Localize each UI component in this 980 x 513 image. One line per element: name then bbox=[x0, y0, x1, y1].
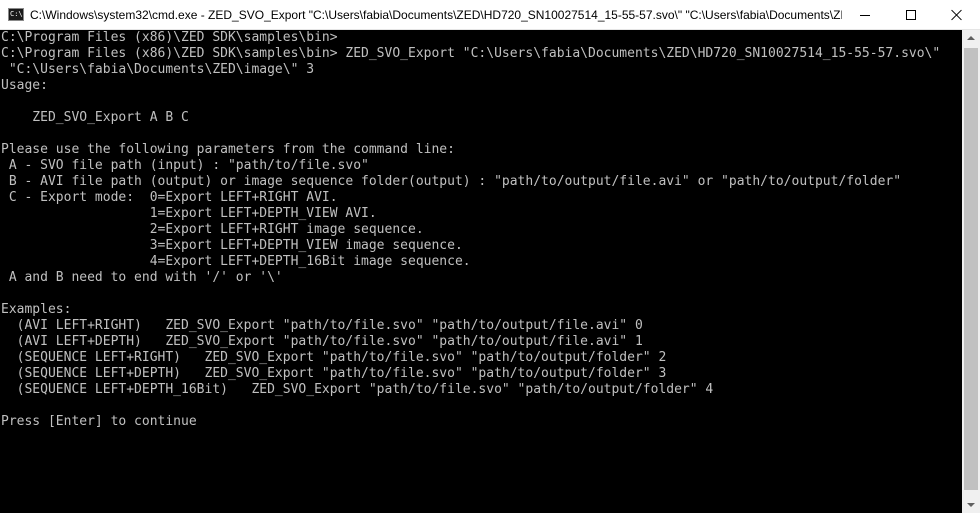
scroll-down-button[interactable] bbox=[962, 496, 980, 513]
scroll-up-button[interactable] bbox=[962, 30, 980, 47]
scroll-down-arrow-icon bbox=[967, 503, 975, 507]
console-line: (SEQUENCE LEFT+RIGHT) ZED_SVO_Export "pa… bbox=[1, 350, 667, 365]
minimize-button[interactable] bbox=[842, 0, 888, 30]
cmd-app-icon-glyph: C:\ bbox=[10, 10, 23, 18]
console-line: A and B need to end with '/' or '\' bbox=[1, 270, 283, 285]
cmd-app-icon[interactable]: C:\ bbox=[8, 8, 24, 21]
maximize-button[interactable] bbox=[888, 0, 934, 30]
maximize-icon bbox=[906, 10, 916, 20]
console-line: C - Export mode: 0=Export LEFT+RIGHT AVI… bbox=[1, 190, 338, 205]
window-title: C:\Windows\system32\cmd.exe - ZED_SVO_Ex… bbox=[30, 8, 842, 22]
console-line: C:\Program Files (x86)\ZED SDK\samples\b… bbox=[1, 46, 941, 61]
scroll-up-arrow-icon bbox=[967, 36, 975, 40]
console-line: Examples: bbox=[1, 302, 72, 317]
console-line: 1=Export LEFT+DEPTH_VIEW AVI. bbox=[1, 206, 377, 221]
console-line: (SEQUENCE LEFT+DEPTH_16Bit) ZED_SVO_Expo… bbox=[1, 382, 714, 397]
console-line: C:\Program Files (x86)\ZED SDK\samples\b… bbox=[1, 30, 338, 45]
title-bar[interactable]: C:\ C:\Windows\system32\cmd.exe - ZED_SV… bbox=[0, 0, 980, 30]
console-line: 3=Export LEFT+DEPTH_VIEW image sequence. bbox=[1, 238, 463, 253]
console-line: Usage: bbox=[1, 78, 48, 93]
close-icon bbox=[952, 10, 962, 20]
console-line: B - AVI file path (output) or image sequ… bbox=[1, 174, 902, 189]
console-output[interactable]: C:\Program Files (x86)\ZED SDK\samples\b… bbox=[0, 30, 962, 513]
console-line: (SEQUENCE LEFT+DEPTH) ZED_SVO_Export "pa… bbox=[1, 366, 667, 381]
scroll-thumb[interactable] bbox=[964, 48, 978, 490]
close-button[interactable] bbox=[934, 0, 980, 30]
console-line: ZED_SVO_Export A B C bbox=[1, 110, 189, 125]
console-line: Press [Enter] to continue bbox=[1, 414, 197, 429]
console-line: "C:\Users\fabia\Documents\ZED\image\" 3 bbox=[1, 62, 315, 77]
console-line: Please use the following parameters from… bbox=[1, 142, 455, 157]
console-line: (AVI LEFT+RIGHT) ZED_SVO_Export "path/to… bbox=[1, 318, 643, 333]
console-line: 2=Export LEFT+RIGHT image sequence. bbox=[1, 222, 424, 237]
minimize-icon bbox=[860, 15, 870, 16]
console-line: A - SVO file path (input) : "path/to/fil… bbox=[1, 158, 369, 173]
console-lines: C:\Program Files (x86)\ZED SDK\samples\b… bbox=[1, 30, 940, 430]
console-line: 4=Export LEFT+DEPTH_16Bit image sequence… bbox=[1, 254, 471, 269]
console-window: C:\ C:\Windows\system32\cmd.exe - ZED_SV… bbox=[0, 0, 980, 513]
console-line: (AVI LEFT+DEPTH) ZED_SVO_Export "path/to… bbox=[1, 334, 643, 349]
vertical-scrollbar[interactable] bbox=[962, 30, 980, 513]
